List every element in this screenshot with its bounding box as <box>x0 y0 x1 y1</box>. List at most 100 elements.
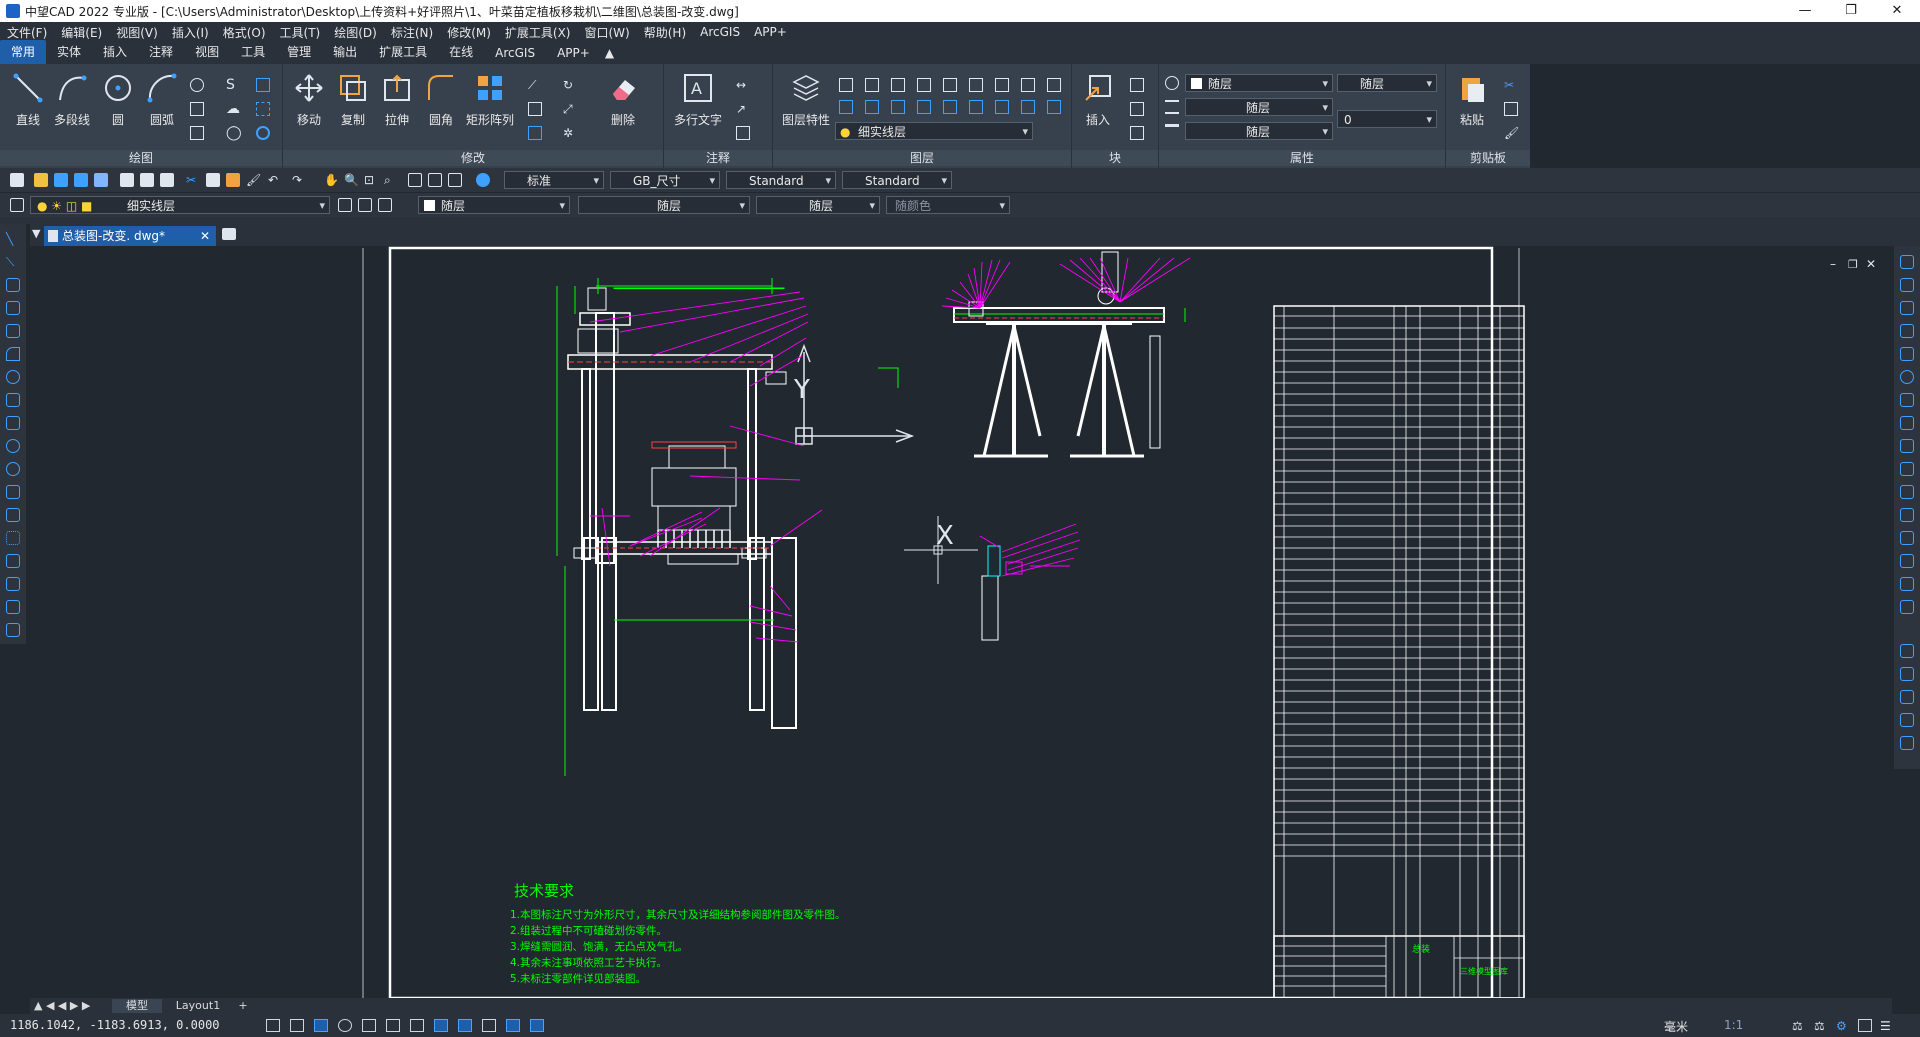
layer-tool-icon[interactable] <box>995 78 1009 92</box>
tab-view[interactable]: 视图 <box>184 40 230 64</box>
arc-tool-icon[interactable] <box>6 347 20 361</box>
leader-icon[interactable]: ↗ <box>736 102 750 116</box>
add-layout-button[interactable]: + <box>234 999 252 1013</box>
region-tool-icon[interactable] <box>6 600 20 614</box>
tab-online[interactable]: 在线 <box>438 40 484 64</box>
osnap-toggle-icon[interactable] <box>362 1019 376 1032</box>
mtext-button[interactable]: A 多行文字 <box>668 72 728 128</box>
copy-button[interactable]: 复制 <box>331 72 375 128</box>
plot-color-dropdown[interactable]: 随颜色 <box>886 196 1010 214</box>
layer-tool-icon[interactable] <box>865 78 879 92</box>
block-attribute-icon[interactable] <box>1130 126 1144 140</box>
fillet-button[interactable]: 圆角 <box>419 72 463 128</box>
hatch-icon[interactable] <box>256 78 270 92</box>
explode-icon[interactable]: ✲ <box>563 126 577 140</box>
layer-tool-icon[interactable] <box>1047 100 1061 114</box>
create-block-icon[interactable] <box>1130 78 1144 92</box>
menu-view[interactable]: 视图(V) <box>109 24 165 41</box>
move-tool-icon[interactable] <box>1900 347 1914 361</box>
polyline-tool-icon[interactable] <box>6 278 20 292</box>
layer-dropdown[interactable]: ● 细实线层 <box>835 122 1033 140</box>
pan-icon[interactable]: ✋ <box>324 173 339 187</box>
linetype-toolbar-dropdown[interactable]: 随层 <box>578 196 750 214</box>
array-tool-icon[interactable] <box>1900 324 1914 338</box>
tab-home[interactable]: 常用 <box>0 40 47 64</box>
dyn-input-toggle-icon[interactable] <box>410 1019 424 1032</box>
layer-tool-icon[interactable] <box>917 100 931 114</box>
layer-tool-icon[interactable] <box>943 100 957 114</box>
lineweight-toggle-icon[interactable] <box>434 1019 448 1032</box>
design-center-icon[interactable] <box>428 173 442 187</box>
insert-block-tool-icon[interactable] <box>6 485 20 499</box>
new-tab-icon[interactable] <box>222 228 236 240</box>
stretch-tool-icon[interactable] <box>1900 416 1914 430</box>
break-tool-icon[interactable] <box>1900 485 1914 499</box>
spline-icon[interactable]: S <box>226 78 240 92</box>
rotate-icon[interactable]: ↻ <box>563 78 577 92</box>
mirror-tool-icon[interactable] <box>1900 278 1914 292</box>
tab-annotate[interactable]: 注释 <box>138 40 184 64</box>
preview-icon[interactable] <box>140 173 154 187</box>
circle-button[interactable]: 圆 <box>96 72 140 128</box>
layer-toolbar-dropdown[interactable]: ● ☀ ◫ ■ 细实线层 <box>30 196 330 214</box>
chamfer-tool-icon[interactable] <box>1900 531 1914 545</box>
zoom-window-icon[interactable]: ⊡ <box>364 173 378 187</box>
dim-style-dropdown[interactable]: GB_尺寸 <box>610 171 720 189</box>
open-icon[interactable] <box>34 173 48 187</box>
menu-tools[interactable]: 工具(T) <box>273 24 328 41</box>
paste-button[interactable]: 粘贴 <box>1450 72 1494 128</box>
fillet-tool-icon[interactable] <box>1900 554 1914 568</box>
revcloud-icon[interactable]: ☁ <box>226 102 240 116</box>
spline-tool-icon[interactable] <box>6 416 20 430</box>
menu-modify[interactable]: 修改(M) <box>440 24 498 41</box>
tab-insert[interactable]: 插入 <box>92 40 138 64</box>
close-button[interactable]: ✕ <box>1874 0 1920 22</box>
paste-icon[interactable] <box>226 173 240 187</box>
zoom-realtime-icon[interactable]: 🔍 <box>344 173 359 187</box>
save-icon[interactable] <box>54 173 68 187</box>
layer-tool-icon[interactable] <box>891 100 905 114</box>
draw-order-tool-icon[interactable] <box>1900 600 1914 614</box>
first-layout-icon[interactable]: ▲ ◀ ◀ ▶ ▶ <box>34 999 90 1013</box>
cut-icon[interactable]: ✂ <box>186 173 200 187</box>
offset-tool-icon[interactable] <box>1900 301 1914 315</box>
document-tab[interactable]: 总装图-改变. dwg* ✕ <box>44 226 216 246</box>
match-properties-icon[interactable]: 🖌 <box>246 173 261 187</box>
menu-help[interactable]: 帮助(H) <box>637 24 693 41</box>
insert-block-button[interactable]: 插入 <box>1076 72 1120 128</box>
viewport-minimize-icon[interactable]: – <box>1830 257 1836 271</box>
multileader-style-dropdown[interactable]: Standard <box>842 171 952 189</box>
scale-icon[interactable]: ⤢ <box>563 102 577 116</box>
lineweight-toolbar-dropdown[interactable]: 随层 <box>756 196 880 214</box>
draw-order-tool-icon[interactable] <box>1900 736 1914 750</box>
color-dropdown[interactable]: 随层 <box>1185 74 1333 92</box>
fullscreen-icon[interactable] <box>1858 1019 1872 1032</box>
tab-menu-icon[interactable]: ▼ <box>32 227 40 240</box>
tab-layout1[interactable]: Layout1 <box>168 999 228 1013</box>
extend-tool-icon[interactable] <box>1900 462 1914 476</box>
model-space-icon[interactable] <box>530 1019 544 1032</box>
layer-tool-icon[interactable] <box>995 100 1009 114</box>
tab-manage[interactable]: 管理 <box>276 40 322 64</box>
mirror-icon[interactable] <box>528 102 542 116</box>
ribbon-collapse-icon[interactable]: ▲ <box>601 43 618 64</box>
workspace-gear-icon[interactable]: ⚙ <box>1836 1019 1850 1033</box>
menu-app[interactable]: APP+ <box>747 25 794 39</box>
save-as-icon[interactable] <box>74 173 88 187</box>
polygon-tool-icon[interactable] <box>6 301 20 315</box>
tab-tools[interactable]: 工具 <box>230 40 276 64</box>
ellipse-tool-icon[interactable] <box>6 439 20 453</box>
menu-insert[interactable]: 插入(I) <box>165 24 216 41</box>
layer-tool-icon[interactable] <box>943 78 957 92</box>
help-icon[interactable] <box>476 173 490 187</box>
layer-tool-icon[interactable] <box>917 78 931 92</box>
menu-edit[interactable]: 编辑(E) <box>54 24 109 41</box>
match-icon[interactable]: 🖌 <box>1504 126 1519 140</box>
publish-icon[interactable] <box>160 173 174 187</box>
layer-tool-icon[interactable] <box>839 100 853 114</box>
lineweight-dropdown[interactable]: 随层 <box>1185 122 1333 140</box>
donut-icon[interactable]: ◯ <box>226 126 242 140</box>
tool-palette-icon[interactable] <box>448 173 462 187</box>
grid-toggle-icon[interactable] <box>266 1019 280 1032</box>
linear-dim-icon[interactable]: ↔ <box>736 78 750 92</box>
